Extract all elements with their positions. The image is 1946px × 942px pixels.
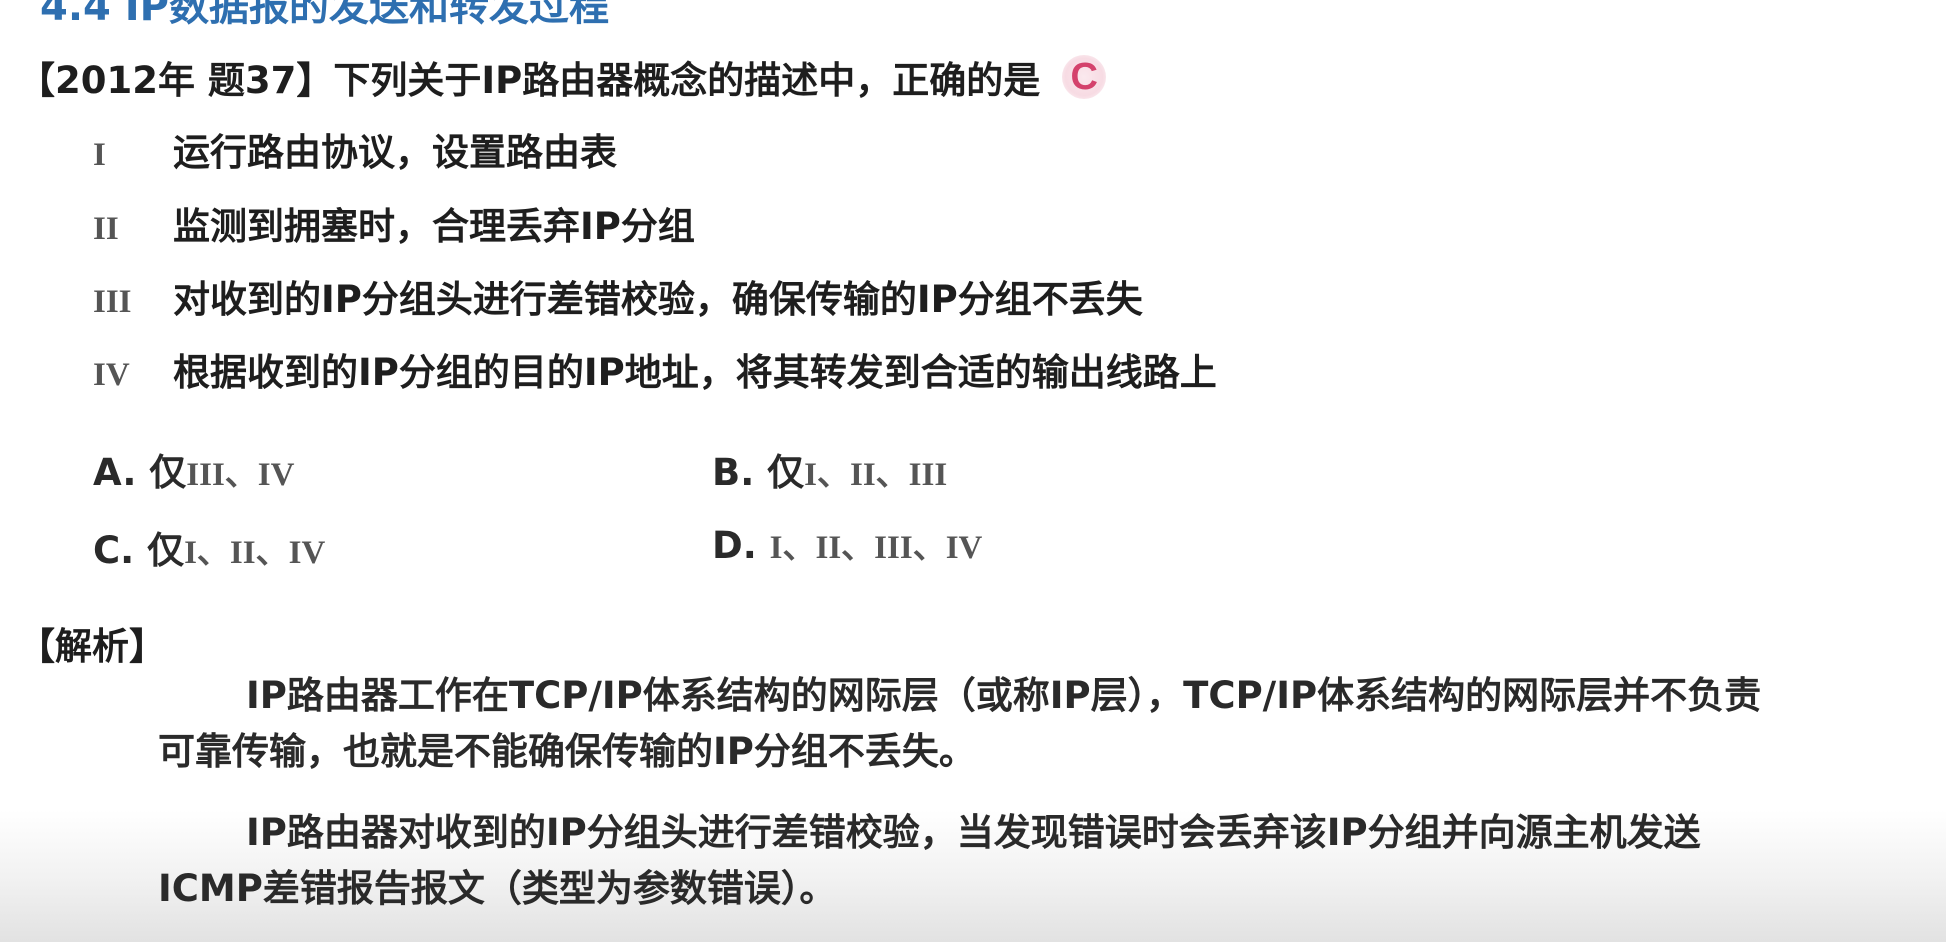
statement-text: 监测到拥塞时，合理丢弃IP分组 [173,205,695,248]
option-numerals: I、II、III [804,457,948,493]
statement-text: 对收到的IP分组头进行差错校验，确保传输的IP分组不丢失 [173,278,1143,321]
statement-4: IV 根据收到的IP分组的目的IP地址，将其转发到合适的输出线路上 [93,342,1217,396]
statement-numeral: III [93,284,132,320]
analysis-paragraph-2: IP路由器对收到的IP分组头进行差错校验，当发现错误时会丢弃该IP分组并向源主机… [158,811,1701,910]
option-a[interactable]: A. 仅III、IV [93,442,294,496]
statement-1: I 运行路由协议，设置路由表 [93,122,617,176]
option-prefix: A. 仅 [93,451,187,494]
option-prefix: D. [712,524,770,567]
option-numerals: III、IV [186,457,295,493]
statement-2: II 监测到拥塞时，合理丢弃IP分组 [93,196,695,250]
statement-text: 根据收到的IP分组的目的IP地址，将其转发到合适的输出线路上 [173,351,1217,394]
statement-numeral: II [93,211,119,247]
question-stem: 【2012年 题37】下列关于IP路由器概念的描述中，正确的是 C [18,50,1107,104]
option-numerals: I、II、IV [184,535,326,571]
slide: 4.4 IP数据报的发送和转发过程 【2012年 题37】下列关于IP路由器概念… [0,0,1946,942]
option-c[interactable]: C. 仅I、II、IV [93,520,325,574]
statement-numeral: IV [93,357,130,393]
option-d[interactable]: D. I、II、III、IV [712,520,982,568]
option-b[interactable]: B. 仅I、II、III [712,442,947,496]
statement-numeral: I [93,137,106,173]
option-prefix: B. 仅 [712,451,805,494]
statement-3: III 对收到的IP分组头进行差错校验，确保传输的IP分组不丢失 [93,269,1143,323]
analysis-paragraph-1: IP路由器工作在TCP/IP体系结构的网际层（或称IP层），TCP/IP体系结构… [158,674,1762,773]
analysis-heading: 【解析】 [18,625,166,668]
question-text: 【2012年 题37】下列关于IP路由器概念的描述中，正确的是 [18,59,1041,102]
option-numerals: I、II、III、IV [769,530,983,566]
statement-text: 运行路由协议，设置路由表 [173,131,617,174]
section-title: 4.4 IP数据报的发送和转发过程 [40,0,609,30]
option-prefix: C. 仅 [93,529,185,572]
answer-mark: C [1062,55,1107,99]
